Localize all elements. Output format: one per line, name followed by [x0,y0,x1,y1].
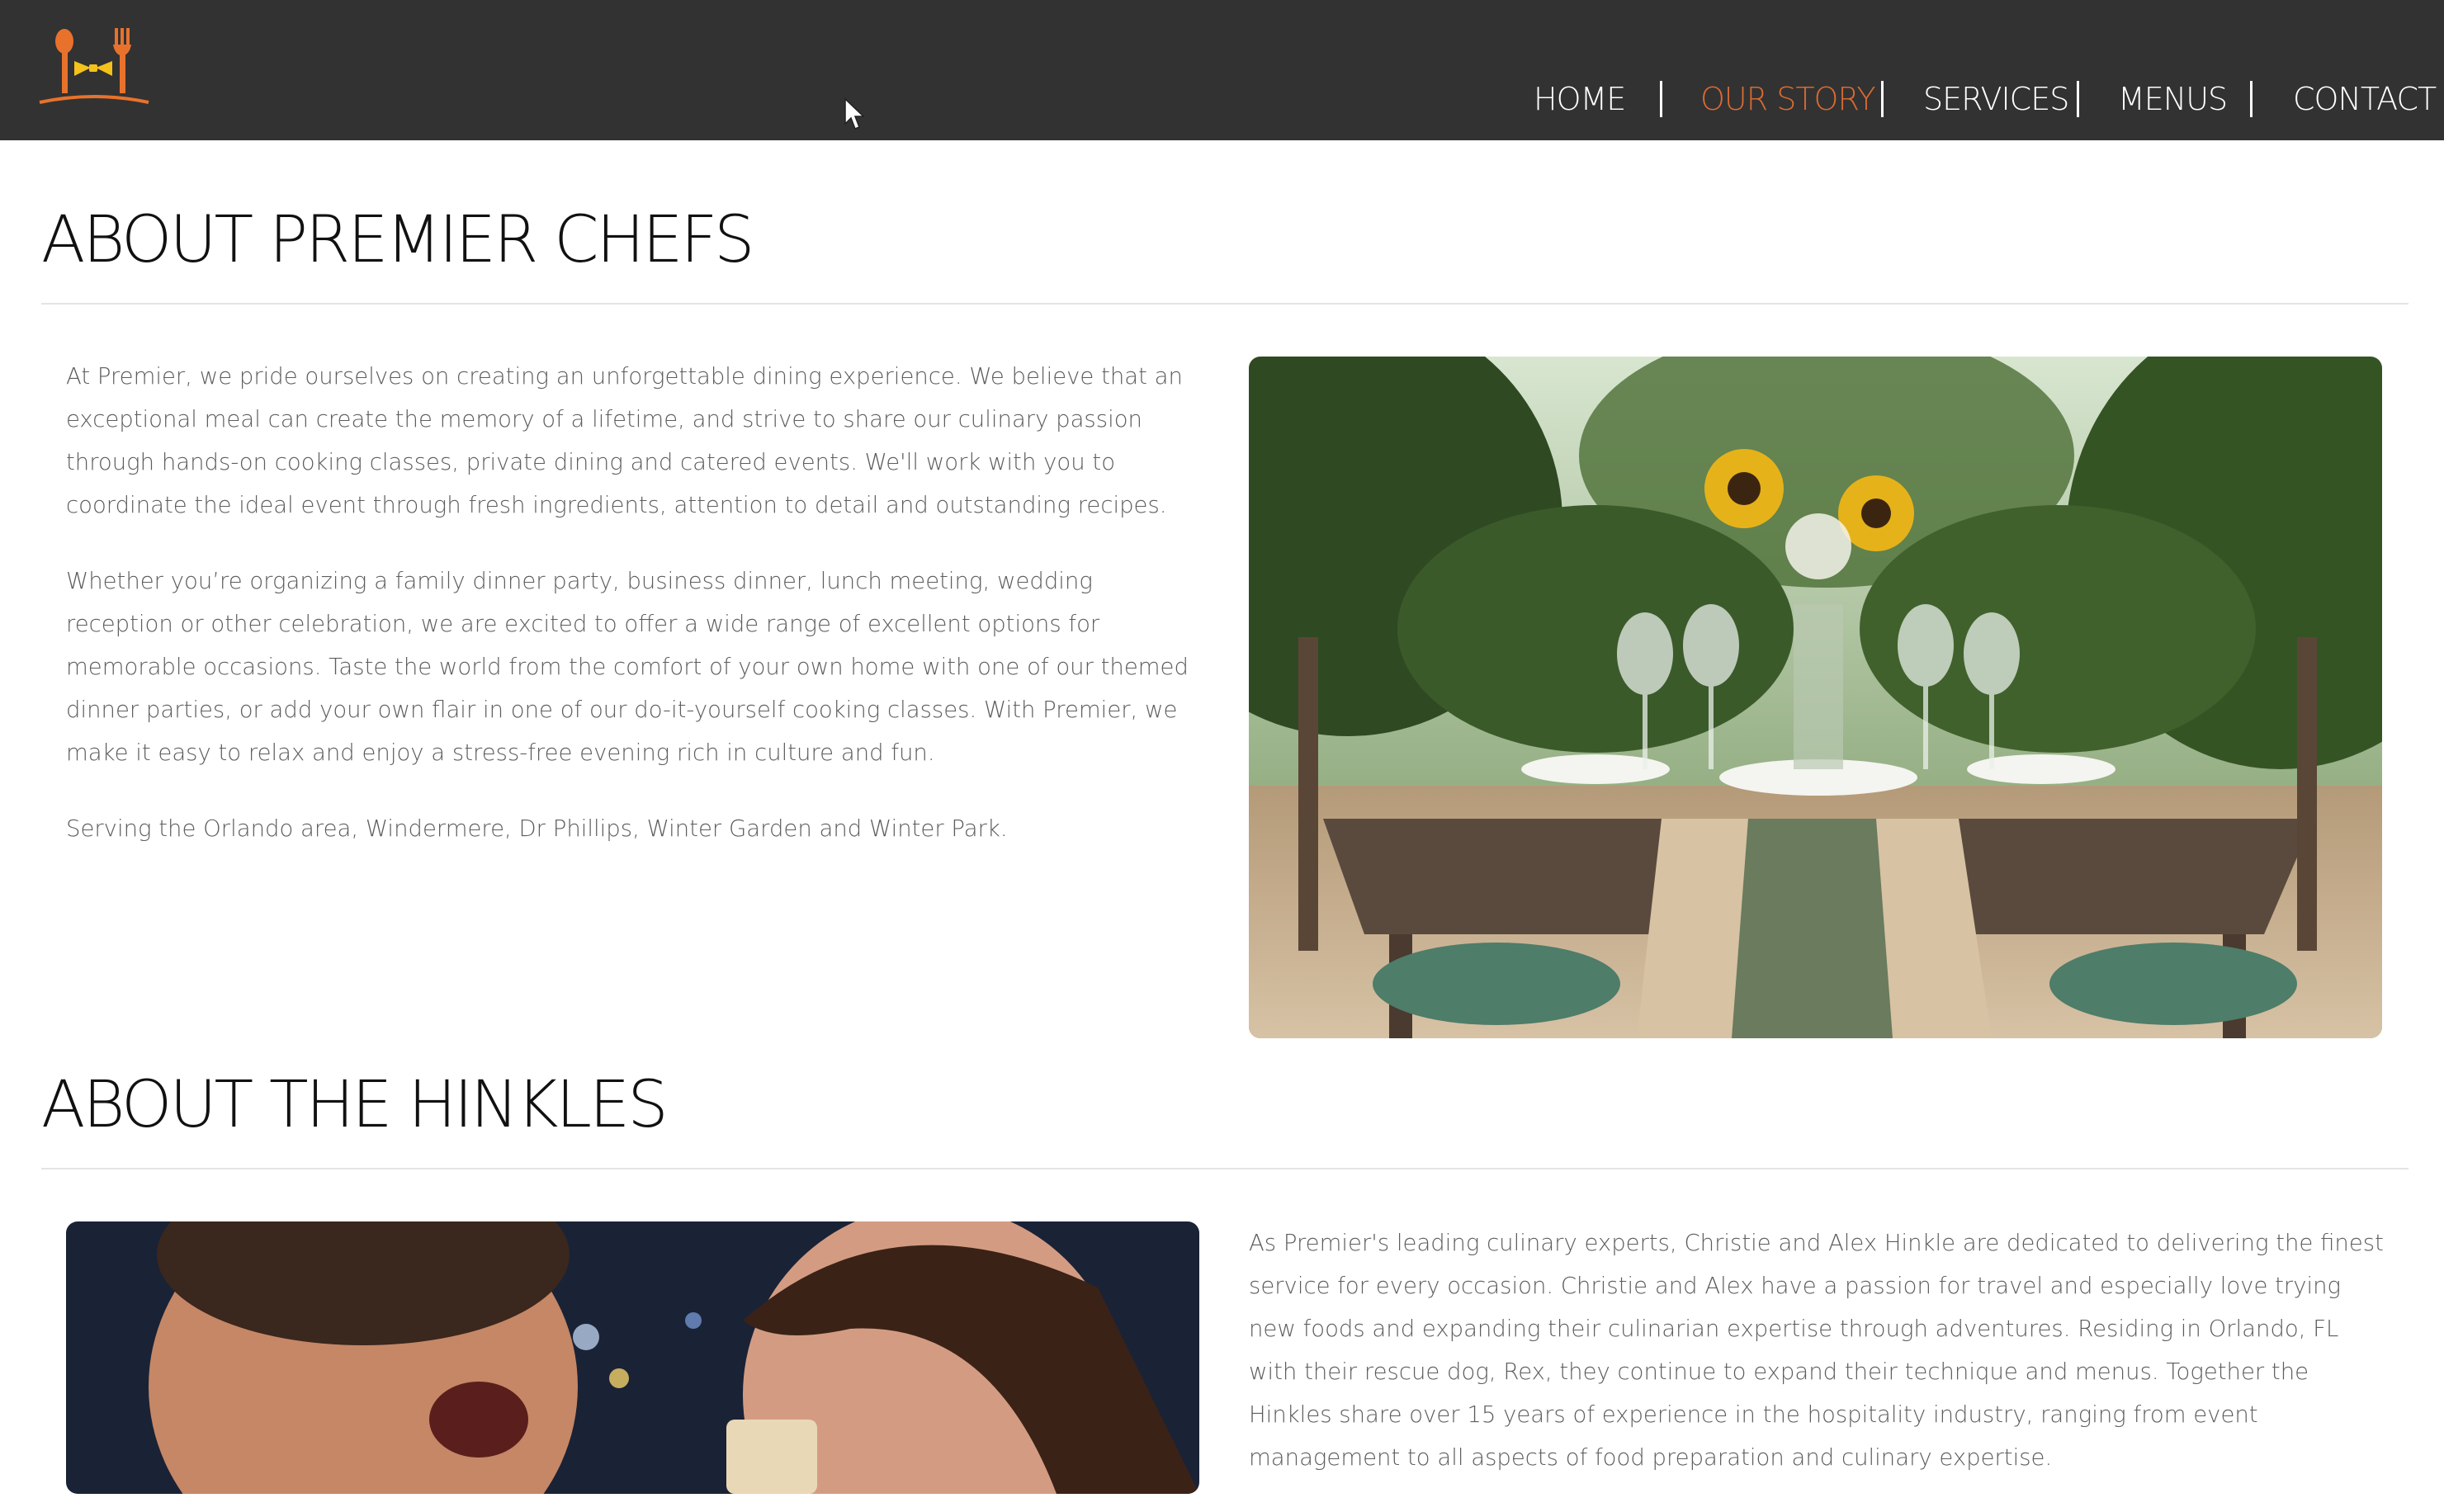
about-premier-paragraph-3: Serving the Orlando area, Windermere, Dr… [66,815,1008,842]
nav-separator [1881,81,1884,117]
top-navigation-bar: HOME OUR STORY SERVICES MENUS CONTACT [0,0,2444,140]
nav-services[interactable]: SERVICES [1923,74,2069,124]
about-premier-paragraph-1: At Premier, we pride ourselves on creati… [66,363,1183,518]
couple-wedding-cake-photo [66,1221,1199,1494]
about-hinkles-paragraph-1: As Premier's leading culinary experts, C… [1249,1230,2384,1471]
section-divider [41,1168,2409,1169]
section-title-about-hinkles: ABOUT THE HINKLES [41,1068,669,1142]
about-hinkles-text: As Premier's leading culinary experts, C… [1249,1221,2388,1512]
section-title-about-premier: ABOUT PREMIER CHEFS [41,203,754,277]
nav-home[interactable]: HOME [1534,74,1626,124]
nav-separator [2077,81,2079,117]
about-premier-text: At Premier, we pride ourselves on creati… [66,355,1205,883]
mouse-pointer-icon [844,97,865,130]
about-premier-paragraph-2: Whether you’re organizing a family dinne… [66,568,1189,766]
outdoor-table-sunflowers-photo [1249,357,2382,1038]
nav-our-story[interactable]: OUR STORY [1700,74,1876,124]
nav-menus[interactable]: MENUS [2118,74,2228,124]
nav-separator [1660,81,1662,117]
nav-contact[interactable]: CONTACT [2293,74,2437,124]
main-nav: HOME OUR STORY SERVICES MENUS CONTACT [0,74,2444,124]
section-divider [41,303,2409,305]
nav-separator [2250,81,2253,117]
